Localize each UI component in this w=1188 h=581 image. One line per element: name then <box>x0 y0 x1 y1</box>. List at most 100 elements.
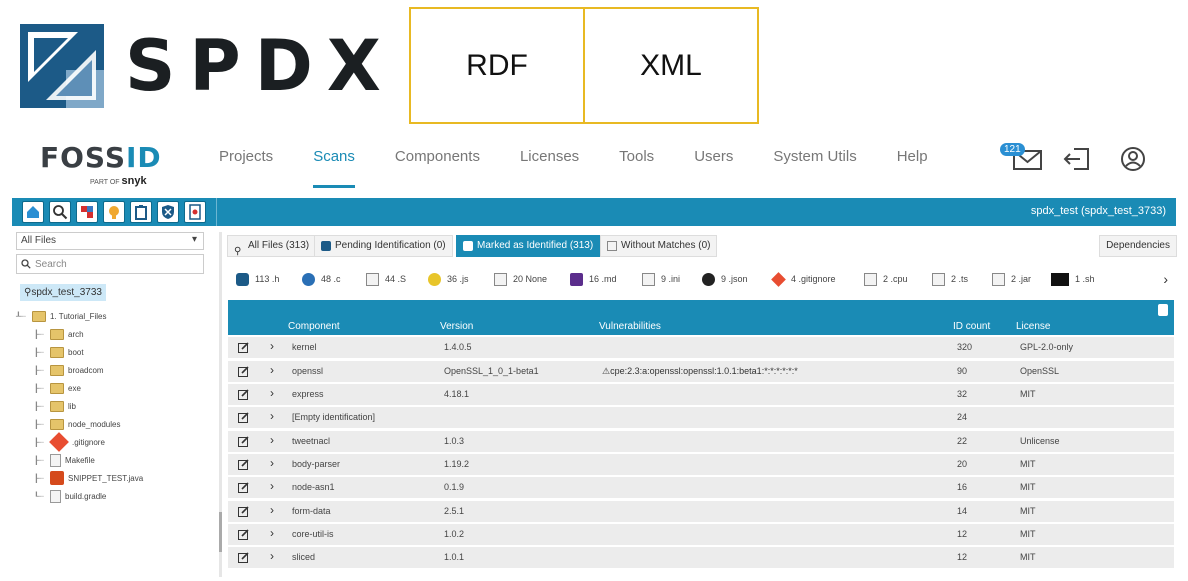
tree-root[interactable]: ⚲spdx_test_3733 <box>20 284 106 301</box>
edit-icon[interactable] <box>238 366 249 377</box>
table-row[interactable]: › core-util-is 1.0.2 12 MIT <box>228 524 1174 546</box>
table-row[interactable]: › sliced 1.0.1 12 MIT <box>228 547 1174 569</box>
cell-vulnerabilities[interactable]: ⚠cpe:2.3:a:openssl:openssl:1.0.1:beta1:*… <box>602 366 798 377</box>
edit-icon[interactable] <box>238 506 249 517</box>
tab-marked-as-identified[interactable]: Marked as Identified (313) <box>456 235 601 257</box>
chevron-right-icon[interactable]: › <box>270 433 274 447</box>
ext-h[interactable]: 113 .h <box>236 270 279 288</box>
logout-icon[interactable] <box>1062 146 1092 172</box>
user-icon[interactable] <box>1120 146 1146 172</box>
table-row[interactable]: › node-asn1 0.1.9 16 MIT <box>228 477 1174 499</box>
ext-sh[interactable]: 1 .sh <box>1051 270 1095 288</box>
settings-doc-icon[interactable] <box>184 201 206 223</box>
tree-item-tutorial-files[interactable]: ┸┈ 1. Tutorial_Files <box>16 307 218 325</box>
search-icon[interactable] <box>49 201 71 223</box>
ext-js[interactable]: 36 .js <box>428 270 469 288</box>
ext-none[interactable]: 20 None <box>494 270 547 288</box>
tab-pending-identification[interactable]: Pending Identification (0) <box>314 235 453 257</box>
edit-icon[interactable] <box>238 529 249 541</box>
ext-S[interactable]: 44 .S <box>366 270 406 288</box>
tree-item-snippet-test[interactable]: ┠┈ SNIPPET_TEST.java <box>16 469 218 487</box>
tree-item-lib[interactable]: ┠┈ lib <box>16 397 218 415</box>
nav-projects[interactable]: Projects <box>219 135 273 195</box>
ext-c[interactable]: 48 .c <box>302 270 341 288</box>
nav-system-utils[interactable]: System Utils <box>773 135 856 195</box>
home-icon[interactable] <box>22 201 44 223</box>
dependencies-button[interactable]: Dependencies <box>1099 235 1177 257</box>
chevron-right-icon[interactable]: › <box>270 456 274 470</box>
fossid-logo[interactable]: FOSSID PART OF snyk <box>40 143 161 188</box>
chevron-right-icon[interactable]: › <box>270 549 274 563</box>
edit-icon[interactable] <box>238 412 249 424</box>
splitter-grip[interactable] <box>219 512 222 552</box>
tree-item-broadcom[interactable]: ┠┈ broadcom <box>16 361 218 379</box>
chevron-right-icon[interactable]: › <box>270 526 274 540</box>
ext-md[interactable]: 16 .md <box>570 270 617 288</box>
nav-users[interactable]: Users <box>694 135 733 195</box>
edit-icon[interactable] <box>238 552 249 564</box>
header-version[interactable]: Version <box>440 321 473 332</box>
cell-license: MIT <box>1020 389 1036 400</box>
ext-count: 1 <box>1075 274 1081 284</box>
clipboard-icon[interactable] <box>1158 304 1168 316</box>
cell-version: 1.0.1 <box>444 552 465 563</box>
nav-tools[interactable]: Tools <box>619 135 654 195</box>
table-row[interactable]: › tweetnacl 1.0.3 22 Unlicense <box>228 430 1174 452</box>
file-filter-select[interactable]: All Files <box>16 232 204 250</box>
chevron-right-icon[interactable]: › <box>270 503 274 517</box>
ext-jar[interactable]: 2 .jar <box>992 270 1031 288</box>
tree-item-gitignore[interactable]: ┠┈ .gitignore <box>16 432 218 452</box>
edit-icon[interactable] <box>238 459 249 471</box>
ext-ini[interactable]: 9 .ini <box>642 270 680 288</box>
table-row[interactable]: › kernel 1.4.0.5 320 GPL-2.0-only <box>228 337 1174 359</box>
edit-icon[interactable] <box>238 389 249 401</box>
file-search-input[interactable]: Search <box>16 254 204 274</box>
edit-icon[interactable] <box>238 436 249 447</box>
tab-without-matches[interactable]: Without Matches (0) <box>600 235 718 257</box>
clipboard-icon[interactable] <box>130 201 152 223</box>
table-row[interactable]: › [Empty identification] 24 <box>228 407 1174 429</box>
table-row[interactable]: › form-data 2.5.1 14 MIT <box>228 500 1174 522</box>
table-row[interactable]: › openssl OpenSSL_1_0_1-beta1 ⚠cpe:2.3:a… <box>228 360 1174 382</box>
format-rdf[interactable]: RDF <box>411 9 583 122</box>
tree-item-arch[interactable]: ┠┈ arch <box>16 325 218 343</box>
tree-item-boot[interactable]: ┠┈ boot <box>16 343 218 361</box>
header-vulnerabilities[interactable]: Vulnerabilities <box>599 321 661 332</box>
chevron-right-icon[interactable]: › <box>270 386 274 400</box>
nav-scans[interactable]: Scans <box>313 135 355 195</box>
header-component[interactable]: Component <box>288 321 340 332</box>
cell-license: MIT <box>1020 505 1036 516</box>
edit-icon[interactable] <box>238 342 249 354</box>
tree-item-build-gradle[interactable]: ┖┈ build.gradle <box>16 487 218 505</box>
nav-components[interactable]: Components <box>395 135 480 195</box>
ext-json[interactable]: 9 .json <box>702 270 748 288</box>
report-icon[interactable] <box>76 201 98 223</box>
cell-license: MIT <box>1020 459 1036 470</box>
nav-licenses[interactable]: Licenses <box>520 135 579 195</box>
header-id-count[interactable]: ID count <box>953 321 990 332</box>
shield-icon[interactable] <box>157 201 179 223</box>
chevron-right-icon[interactable]: › <box>270 409 274 423</box>
tree-item-makefile[interactable]: ┠┈ Makefile <box>16 451 218 469</box>
ext-cpu[interactable]: 2 .cpu <box>864 270 908 288</box>
header-license[interactable]: License <box>1016 321 1050 332</box>
tab-all-files[interactable]: ⚲ All Files (313) <box>227 235 317 257</box>
chevron-right-icon[interactable]: › <box>1163 271 1168 287</box>
tree-guide: ┠┈ <box>34 401 44 411</box>
table-row[interactable]: › express 4.18.1 32 MIT <box>228 384 1174 406</box>
chevron-right-icon[interactable]: › <box>270 479 274 493</box>
ext-ts[interactable]: 2 .ts <box>932 270 968 288</box>
scan-toolbar: spdx_test (spdx_test_3733) <box>12 198 1176 226</box>
license-icon[interactable] <box>103 201 125 223</box>
nav-help[interactable]: Help <box>897 135 928 195</box>
tree-item-node-modules[interactable]: ┠┈ node_modules <box>16 415 218 433</box>
format-xml[interactable]: XML <box>583 9 757 122</box>
ext-gitignore[interactable]: 4 .gitignore <box>771 270 836 288</box>
tab-label: Without Matches (0) <box>621 240 711 251</box>
chevron-right-icon[interactable]: › <box>270 363 274 377</box>
chevron-right-icon[interactable]: › <box>270 339 274 353</box>
tree-item-exe[interactable]: ┠┈ exe <box>16 379 218 397</box>
table-row[interactable]: › body-parser 1.19.2 20 MIT <box>228 454 1174 476</box>
mail-icon[interactable]: 121 <box>1000 143 1044 173</box>
edit-icon[interactable] <box>238 482 249 494</box>
